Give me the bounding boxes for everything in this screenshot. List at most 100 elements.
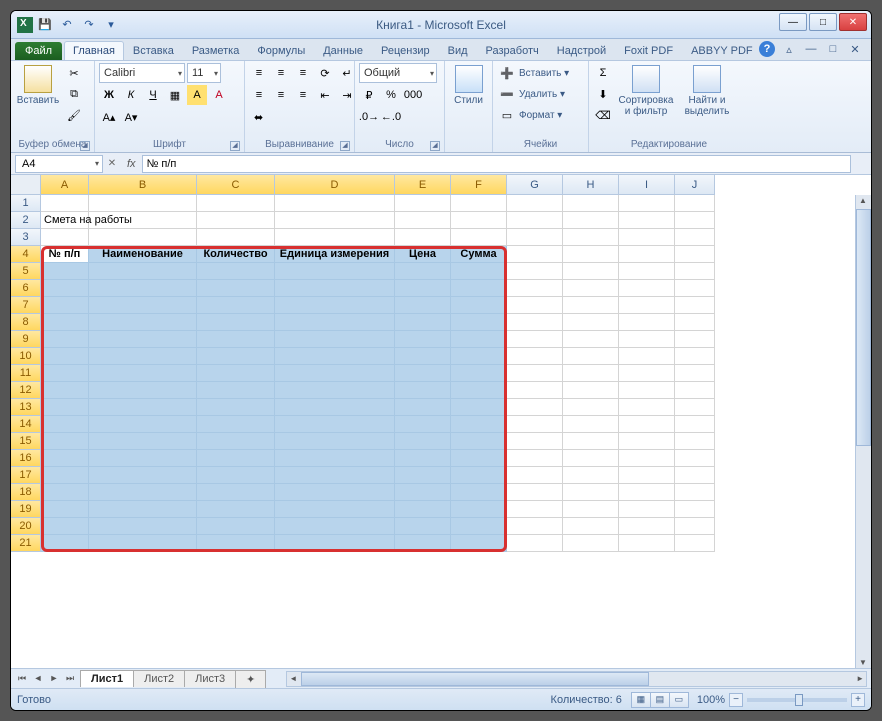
orientation-button[interactable]: ⟳ bbox=[315, 63, 335, 83]
cell[interactable] bbox=[451, 365, 507, 382]
cell[interactable] bbox=[563, 229, 619, 246]
cell[interactable] bbox=[89, 314, 197, 331]
cell[interactable] bbox=[89, 450, 197, 467]
cell[interactable] bbox=[197, 297, 275, 314]
cell[interactable] bbox=[41, 229, 89, 246]
delete-cells-button[interactable]: ➖Удалить ▾ bbox=[497, 84, 565, 104]
column-header[interactable]: I bbox=[619, 175, 675, 195]
cell[interactable] bbox=[675, 365, 715, 382]
cell[interactable] bbox=[619, 365, 675, 382]
number-format-combo[interactable]: Общий bbox=[359, 63, 437, 83]
tab-abbyy pdf[interactable]: ABBYY PDF bbox=[682, 41, 762, 60]
row-header[interactable]: 15 bbox=[11, 433, 41, 450]
cell[interactable] bbox=[675, 535, 715, 552]
cell[interactable] bbox=[89, 535, 197, 552]
cell[interactable] bbox=[275, 382, 395, 399]
row-header[interactable]: 12 bbox=[11, 382, 41, 399]
cell[interactable] bbox=[563, 348, 619, 365]
shrink-font-button[interactable]: A▾ bbox=[121, 107, 141, 127]
comma-button[interactable]: 000 bbox=[403, 85, 423, 105]
cell[interactable] bbox=[675, 450, 715, 467]
column-header[interactable]: A bbox=[41, 175, 89, 195]
fx-label-icon[interactable]: fx bbox=[121, 158, 142, 170]
cell[interactable] bbox=[619, 433, 675, 450]
cell[interactable]: Смета на работы bbox=[41, 212, 89, 229]
sheet-tab[interactable]: Лист3 bbox=[184, 670, 236, 687]
cell[interactable] bbox=[675, 518, 715, 535]
ribbon-minimize-icon[interactable]: ▵ bbox=[781, 41, 797, 57]
dialog-launcher-icon[interactable]: ◢ bbox=[230, 141, 240, 151]
cell[interactable] bbox=[675, 195, 715, 212]
cell[interactable] bbox=[395, 263, 451, 280]
zoom-in-button[interactable]: + bbox=[851, 693, 865, 707]
cell[interactable] bbox=[275, 467, 395, 484]
align-top-button[interactable]: ≡ bbox=[249, 63, 269, 83]
select-all-corner[interactable] bbox=[11, 175, 41, 195]
cell[interactable] bbox=[619, 331, 675, 348]
tab-разметка[interactable]: Разметка bbox=[183, 41, 249, 60]
cell[interactable] bbox=[197, 467, 275, 484]
cell[interactable] bbox=[89, 382, 197, 399]
cell[interactable] bbox=[275, 348, 395, 365]
align-left-button[interactable]: ≡ bbox=[249, 85, 269, 105]
fill-color-button[interactable]: A bbox=[187, 85, 207, 105]
cell[interactable] bbox=[675, 331, 715, 348]
row-header[interactable]: 20 bbox=[11, 518, 41, 535]
paste-button[interactable]: Вставить bbox=[15, 63, 61, 106]
cell[interactable] bbox=[275, 433, 395, 450]
cell[interactable] bbox=[41, 416, 89, 433]
cell[interactable] bbox=[507, 331, 563, 348]
cell[interactable] bbox=[619, 314, 675, 331]
cell[interactable] bbox=[675, 212, 715, 229]
column-header[interactable]: B bbox=[89, 175, 197, 195]
cell[interactable] bbox=[563, 280, 619, 297]
row-header[interactable]: 9 bbox=[11, 331, 41, 348]
cell[interactable] bbox=[395, 331, 451, 348]
cell[interactable] bbox=[41, 331, 89, 348]
cell[interactable] bbox=[507, 501, 563, 518]
cell[interactable] bbox=[563, 331, 619, 348]
row-header[interactable]: 18 bbox=[11, 484, 41, 501]
cell[interactable] bbox=[89, 399, 197, 416]
cell[interactable]: Единица измерения bbox=[275, 246, 395, 263]
cell[interactable] bbox=[41, 399, 89, 416]
cell[interactable] bbox=[89, 331, 197, 348]
cell[interactable] bbox=[89, 365, 197, 382]
border-button[interactable]: ▦ bbox=[165, 85, 185, 105]
close-button[interactable]: ✕ bbox=[839, 13, 867, 31]
view-layout-button[interactable]: ▤ bbox=[650, 692, 670, 708]
cell[interactable] bbox=[395, 535, 451, 552]
cell[interactable] bbox=[275, 314, 395, 331]
cell[interactable] bbox=[41, 195, 89, 212]
italic-button[interactable]: К bbox=[121, 85, 141, 105]
column-header[interactable]: G bbox=[507, 175, 563, 195]
cell[interactable] bbox=[619, 348, 675, 365]
cell[interactable] bbox=[507, 246, 563, 263]
cell[interactable] bbox=[89, 229, 197, 246]
cell[interactable] bbox=[619, 467, 675, 484]
cell[interactable] bbox=[507, 280, 563, 297]
cell[interactable] bbox=[41, 263, 89, 280]
help-icon[interactable]: ? bbox=[759, 41, 775, 57]
cell[interactable] bbox=[41, 433, 89, 450]
cell[interactable] bbox=[197, 433, 275, 450]
cell[interactable] bbox=[507, 365, 563, 382]
cell[interactable] bbox=[275, 212, 395, 229]
cell[interactable] bbox=[41, 467, 89, 484]
cell[interactable] bbox=[619, 229, 675, 246]
align-bottom-button[interactable]: ≡ bbox=[293, 63, 313, 83]
cell[interactable] bbox=[507, 382, 563, 399]
view-pagebreak-button[interactable]: ▭ bbox=[669, 692, 689, 708]
cut-button[interactable]: ✂ bbox=[64, 63, 84, 83]
cell[interactable] bbox=[451, 314, 507, 331]
cell[interactable] bbox=[89, 263, 197, 280]
cell[interactable] bbox=[197, 229, 275, 246]
zoom-level[interactable]: 100% bbox=[697, 694, 725, 706]
cell[interactable] bbox=[451, 382, 507, 399]
format-painter-button[interactable]: 🖌 bbox=[64, 105, 84, 125]
qat-customize-icon[interactable]: ▾ bbox=[101, 15, 121, 35]
cell[interactable] bbox=[275, 195, 395, 212]
row-header[interactable]: 2 bbox=[11, 212, 41, 229]
dialog-launcher-icon[interactable]: ◢ bbox=[340, 141, 350, 151]
cell[interactable] bbox=[507, 535, 563, 552]
